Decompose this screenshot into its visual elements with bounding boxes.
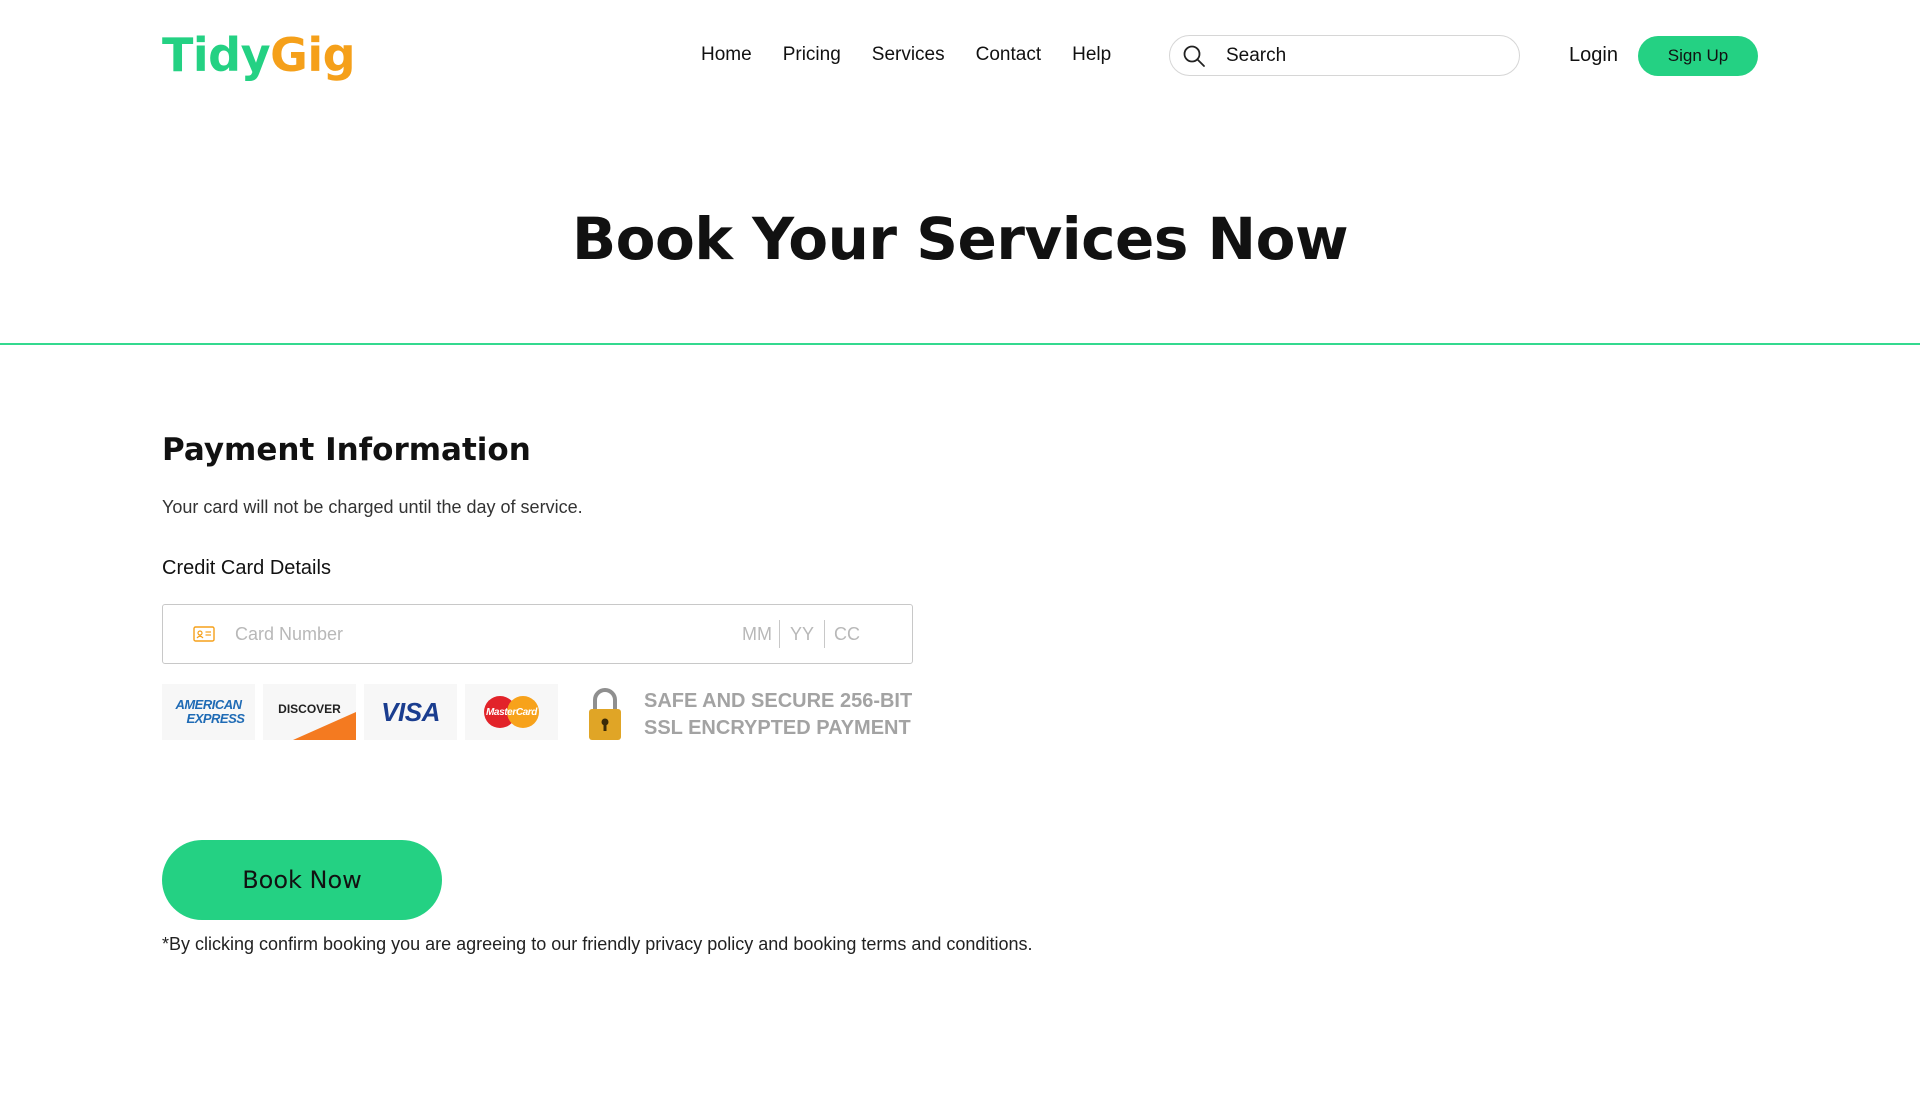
section-divider <box>0 343 1920 345</box>
signup-button[interactable]: Sign Up <box>1638 36 1758 76</box>
site-header: TidyGig Home Pricing Services Contact He… <box>0 0 1920 112</box>
card-number-input[interactable] <box>235 623 735 645</box>
amex-line1: AMERICAN <box>175 697 242 712</box>
secure-payment-notice: SAFE AND SECURE 256-BIT SSL ENCRYPTED PA… <box>644 688 912 742</box>
terms-notice: *By clicking confirm booking you are agr… <box>162 934 1033 954</box>
padlock-icon <box>589 688 621 740</box>
visa-logo: VISA <box>364 684 457 740</box>
book-now-button[interactable]: Book Now <box>162 840 442 920</box>
nav-pricing[interactable]: Pricing <box>783 44 841 66</box>
payment-subtitle: Your card will not be charged until the … <box>162 497 583 517</box>
discover-text: DISCOVER <box>278 702 341 716</box>
login-link[interactable]: Login <box>1569 44 1618 67</box>
mastercard-text: MasterCard <box>485 706 538 718</box>
nav-help[interactable]: Help <box>1072 44 1111 66</box>
mastercard-logo: MasterCard <box>465 684 558 740</box>
brand-logo-part1: Tidy <box>162 28 271 82</box>
secure-line1: SAFE AND SECURE 256-BIT <box>644 690 913 712</box>
nav-contact[interactable]: Contact <box>976 44 1041 66</box>
search-box[interactable] <box>1169 35 1520 76</box>
credit-card-label: Credit Card Details <box>162 557 331 579</box>
main-nav: Home Pricing Services Contact Help <box>701 44 1142 66</box>
discover-logo: DISCOVER <box>263 684 356 740</box>
card-cvc-input[interactable] <box>825 623 869 645</box>
card-month-input[interactable] <box>735 623 779 645</box>
visa-text: VISA <box>381 696 440 727</box>
card-year-input[interactable] <box>780 623 824 645</box>
secure-line2: SSL ENCRYPTED PAYMENT <box>644 717 911 739</box>
amex-logo: AMERICAN EXPRESS <box>162 684 255 740</box>
id-card-icon <box>193 626 215 642</box>
nav-home[interactable]: Home <box>701 44 752 66</box>
nav-services[interactable]: Services <box>872 44 945 66</box>
page-title: Book Your Services Now <box>571 205 1349 273</box>
brand-logo-part2: Gig <box>270 28 356 82</box>
payment-title: Payment Information <box>162 432 531 468</box>
brand-logo[interactable]: TidyGig <box>162 28 356 82</box>
accepted-cards: AMERICAN EXPRESS DISCOVER VISA MasterCar… <box>162 684 558 740</box>
search-icon <box>1183 45 1205 67</box>
amex-line2: EXPRESS <box>186 711 245 726</box>
search-input[interactable] <box>1226 44 1486 67</box>
credit-card-field[interactable] <box>162 604 913 664</box>
